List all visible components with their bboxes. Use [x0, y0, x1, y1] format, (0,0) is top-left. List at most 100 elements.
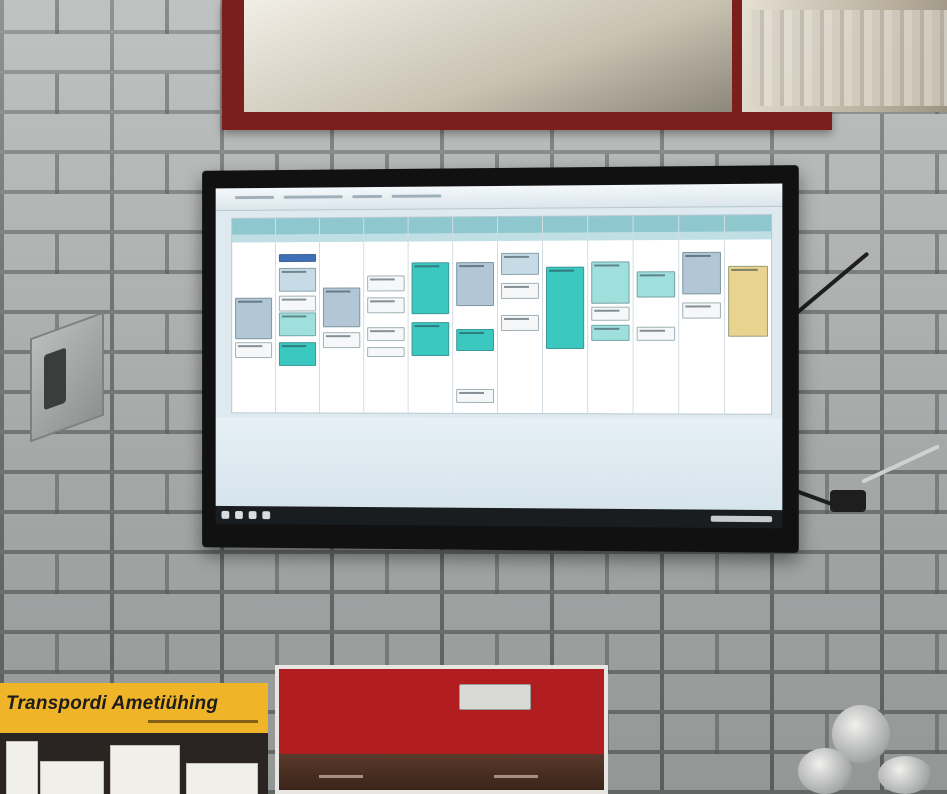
board-label: [494, 775, 538, 778]
notice-paper: [6, 741, 38, 794]
calendar-event[interactable]: [322, 287, 361, 328]
calendar-event[interactable]: [278, 295, 317, 312]
tv-screen: [215, 183, 783, 529]
column-header: [497, 216, 542, 234]
column-header: [588, 216, 633, 234]
calendar-event[interactable]: [456, 329, 495, 352]
calendar-event[interactable]: [278, 312, 317, 337]
shelf-items: [752, 10, 947, 106]
toolbar-text: [391, 194, 442, 198]
calendar-event[interactable]: [500, 252, 539, 275]
calendar-event[interactable]: [367, 275, 405, 292]
column-header: [679, 215, 725, 233]
calendar-event[interactable]: [728, 265, 768, 337]
column-header: [542, 216, 588, 234]
calendar-event[interactable]: [636, 326, 676, 341]
toolbar-text: [283, 195, 343, 199]
calendar-event[interactable]: [235, 342, 273, 359]
column-header: [453, 216, 497, 235]
notice-paper: [186, 763, 258, 794]
column-header: [725, 215, 772, 233]
calendar-event[interactable]: [411, 262, 450, 315]
column-subheader: [588, 232, 633, 241]
calendar-column: [588, 216, 634, 414]
calendar-event[interactable]: [411, 322, 450, 357]
app-icon[interactable]: [262, 511, 271, 520]
calendar-grid: [231, 214, 773, 415]
calendar-event[interactable]: [367, 347, 405, 358]
board-label: [319, 775, 363, 778]
calendar-event[interactable]: [500, 282, 539, 299]
column-subheader: [408, 233, 453, 242]
door-closer: [459, 684, 531, 710]
column-header: [633, 215, 679, 234]
red-notice-board: [275, 665, 608, 794]
app-icon[interactable]: [235, 510, 243, 519]
column-subheader: [453, 232, 497, 242]
column-subheader: [633, 231, 679, 241]
column-subheader: [497, 232, 542, 241]
calendar-event[interactable]: [456, 388, 495, 403]
calendar-column: [232, 218, 276, 413]
calendar-column: [633, 215, 680, 414]
column-subheader: [232, 234, 276, 243]
electric-meter: [798, 748, 852, 794]
calendar-event[interactable]: [367, 297, 405, 314]
column-header: [408, 217, 453, 235]
calendar-column: [725, 215, 772, 414]
calendar-event[interactable]: [278, 267, 317, 292]
column-header: [319, 217, 364, 236]
calendar-event[interactable]: [591, 261, 630, 304]
photo-scene: Transpordi Ametiühing: [0, 0, 947, 794]
calendar-column: [275, 218, 320, 413]
column-subheader: [725, 231, 772, 240]
system-tray: [710, 515, 773, 523]
calendar-event[interactable]: [682, 302, 721, 319]
board-lower-panel: [279, 754, 604, 790]
calendar-column: [542, 216, 589, 414]
calendar-event[interactable]: [591, 324, 630, 341]
app-icon[interactable]: [248, 511, 257, 520]
calendar-event[interactable]: [278, 342, 317, 366]
toolbar-text: [235, 195, 275, 200]
calendar-column: [679, 215, 726, 414]
calendar-event[interactable]: [591, 306, 630, 321]
wall-plug: [44, 347, 66, 411]
calendar-column: [364, 217, 409, 413]
calendar-event[interactable]: [682, 251, 721, 295]
column-subheader: [319, 233, 364, 243]
notice-paper: [40, 761, 104, 794]
column-subheader: [679, 231, 725, 240]
notice-paper: [110, 745, 180, 794]
column-header: [364, 217, 408, 235]
electric-meter: [878, 756, 932, 794]
calendar-lower-area: [215, 417, 783, 511]
calendar-event[interactable]: [278, 253, 317, 263]
calendar-event[interactable]: [367, 327, 405, 342]
window-pane: [244, 0, 732, 112]
calendar-event[interactable]: [456, 262, 495, 307]
calendar-event[interactable]: [546, 266, 585, 349]
calendar-column: [408, 217, 454, 413]
wall-tv: [202, 165, 799, 553]
calendar-event[interactable]: [322, 332, 361, 349]
window-mullion: [732, 0, 742, 112]
sign-title: Transpordi Ametiühing: [6, 693, 219, 714]
calendar-column: [497, 216, 543, 414]
toolbar-text: [352, 194, 382, 199]
power-adapter: [830, 490, 866, 512]
column-subheader: [275, 234, 320, 243]
calendar-event[interactable]: [636, 271, 676, 298]
column-subheader: [542, 232, 588, 241]
sign-contact-line: [148, 720, 258, 723]
calendar-event[interactable]: [235, 297, 273, 340]
column-subheader: [364, 233, 408, 242]
os-taskbar: [215, 505, 783, 529]
column-header: [232, 218, 276, 236]
calendar-column: [453, 216, 498, 414]
window: [222, 0, 947, 130]
calendar-column: [319, 217, 365, 413]
calendar-event[interactable]: [500, 314, 539, 331]
column-header: [275, 218, 320, 236]
start-icon[interactable]: [221, 510, 230, 519]
